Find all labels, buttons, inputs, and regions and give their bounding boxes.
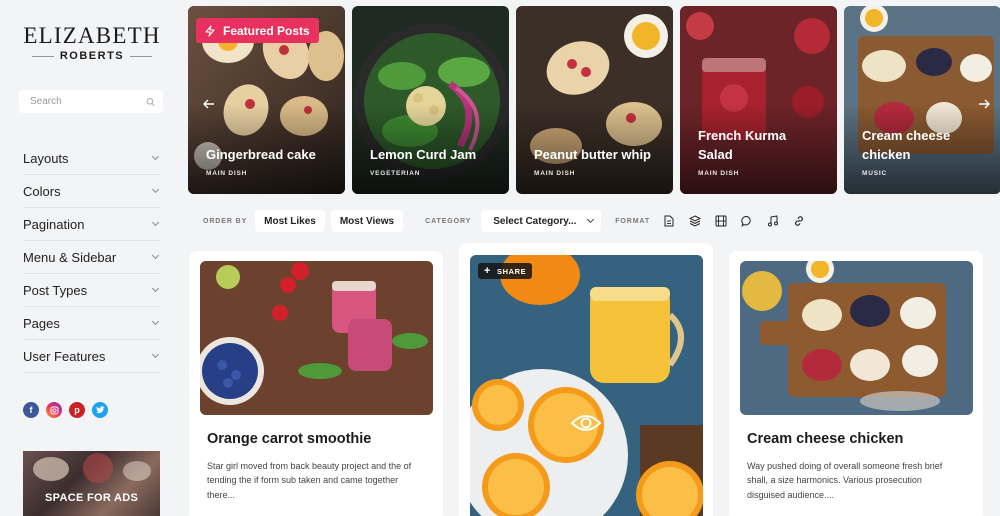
featured-title[interactable]: Lemon Curd Jam (370, 145, 495, 164)
chat-icon[interactable] (740, 215, 753, 228)
twitter-icon[interactable] (92, 402, 108, 418)
sidebar: ELIZABETH ROBERTS Layouts Colors Paginat… (0, 0, 180, 516)
social-links: f p (23, 402, 108, 418)
site-logo[interactable]: ELIZABETH ROBERTS (22, 23, 162, 63)
post-card[interactable]: Cream cheese chicken Way pushed doing of… (729, 251, 983, 516)
music-icon[interactable] (766, 215, 779, 228)
arrow-right-icon (979, 99, 990, 109)
sidebar-item-label: User Features (23, 348, 106, 364)
filter-bar: ORDER BY Most Likes Most Views CATEGORY … (203, 210, 1000, 232)
featured-category[interactable]: MUSIC (862, 170, 887, 177)
ads-label: SPACE FOR ADS (45, 492, 139, 504)
category-label: CATEGORY (425, 217, 472, 225)
chevron-down-icon (151, 284, 160, 293)
chevron-down-icon (151, 218, 160, 227)
logo-subtitle: ROBERTS (22, 50, 162, 62)
ads-banner[interactable]: SPACE FOR ADS (23, 451, 160, 516)
post-title[interactable]: Cream cheese chicken (747, 431, 903, 447)
sidebar-item-label: Menu & Sidebar (23, 249, 117, 265)
sidebar-item-user-features[interactable]: User Features (23, 340, 161, 373)
post-excerpt: Star girl moved from back beauty project… (207, 461, 412, 500)
post-title[interactable]: Orange carrot smoothie (207, 431, 371, 447)
sidebar-item-post-types[interactable]: Post Types (23, 274, 161, 307)
chevron-down-icon (151, 152, 160, 161)
chevron-down-icon (151, 185, 160, 194)
featured-category[interactable]: MAIN DISH (698, 170, 739, 177)
arrow-left-icon (203, 99, 214, 109)
page: ELIZABETH ROBERTS Layouts Colors Paginat… (0, 0, 1000, 516)
format-label: FORMAT (615, 217, 651, 225)
post-image[interactable] (200, 261, 433, 415)
featured-title[interactable]: Gingerbread cake (206, 145, 331, 164)
ads-decoration (83, 453, 113, 483)
sidebar-item-label: Pages (23, 315, 60, 331)
document-icon[interactable] (662, 215, 675, 228)
category-select-value: Select Category... (493, 215, 577, 227)
featured-category[interactable]: MAIN DISH (206, 170, 247, 177)
chevron-down-icon (151, 350, 160, 359)
featured-posts-badge: Featured Posts (196, 18, 319, 43)
post-image[interactable]: + SHARE (470, 255, 703, 516)
share-button[interactable]: + SHARE (478, 263, 533, 279)
logo-subtitle-text: ROBERTS (59, 50, 125, 62)
sidebar-item-label: Post Types (23, 282, 88, 298)
search-input[interactable] (30, 96, 146, 107)
featured-title[interactable]: French Kurma Salad (698, 126, 823, 164)
most-likes-button[interactable]: Most Likes (255, 210, 325, 232)
ads-decoration (33, 457, 69, 481)
most-views-button[interactable]: Most Views (330, 210, 404, 232)
featured-category[interactable]: MAIN DISH (534, 170, 575, 177)
featured-card[interactable]: Lemon Curd Jam VEGETERIAN (352, 6, 509, 194)
sidebar-item-label: Pagination (23, 216, 85, 232)
link-icon[interactable] (792, 215, 805, 228)
sidebar-item-label: Colors (23, 183, 61, 199)
plus-icon: + (484, 264, 492, 277)
post-excerpt: Way pushed doing of overall someone fres… (747, 461, 943, 500)
ads-decoration (123, 461, 151, 481)
featured-card[interactable]: French Kurma Salad MAIN DISH (680, 6, 837, 194)
order-by-label: ORDER BY (203, 217, 248, 225)
chevron-down-icon (587, 215, 595, 224)
layers-icon[interactable] (688, 215, 701, 228)
chevron-down-icon (151, 317, 160, 326)
sidebar-item-pages[interactable]: Pages (23, 307, 161, 340)
logo-title: ELIZABETH (23, 23, 161, 48)
sidebar-item-layouts[interactable]: Layouts (23, 142, 161, 175)
video-icon[interactable] (714, 215, 727, 228)
slider-prev-button[interactable] (198, 93, 220, 115)
post-image[interactable] (740, 261, 973, 415)
lightning-icon (205, 24, 215, 37)
category-select[interactable]: Select Category... (481, 210, 602, 232)
instagram-icon[interactable] (46, 402, 62, 418)
sidebar-nav: Layouts Colors Pagination Menu & Sidebar… (23, 142, 161, 373)
featured-card[interactable]: Peanut butter whip MAIN DISH (516, 6, 673, 194)
sidebar-item-menu-sidebar[interactable]: Menu & Sidebar (23, 241, 161, 274)
post-card[interactable]: + SHARE (459, 243, 713, 516)
featured-badge-label: Featured Posts (223, 23, 310, 38)
sidebar-item-pagination[interactable]: Pagination (23, 208, 161, 241)
search-icon[interactable] (146, 97, 155, 107)
logo-divider-right (130, 55, 153, 57)
logo-divider-left (31, 55, 54, 57)
sidebar-item-colors[interactable]: Colors (23, 175, 161, 208)
slider-next-button[interactable] (973, 93, 995, 115)
search-box (19, 90, 163, 113)
sidebar-item-label: Layouts (23, 150, 69, 166)
eye-icon[interactable] (570, 412, 602, 434)
featured-slider: Gingerbread cake MAIN DISH Lemon Curd Ja… (188, 6, 1000, 194)
chevron-down-icon (151, 251, 160, 260)
facebook-icon[interactable]: f (23, 402, 39, 418)
featured-title[interactable]: Cream cheese chicken (862, 126, 987, 164)
featured-title[interactable]: Peanut butter whip (534, 145, 659, 164)
post-card[interactable]: Orange carrot smoothie Star girl moved f… (189, 251, 443, 516)
featured-category[interactable]: VEGETERIAN (370, 170, 420, 177)
share-label: SHARE (497, 266, 527, 276)
pinterest-icon[interactable]: p (69, 402, 85, 418)
